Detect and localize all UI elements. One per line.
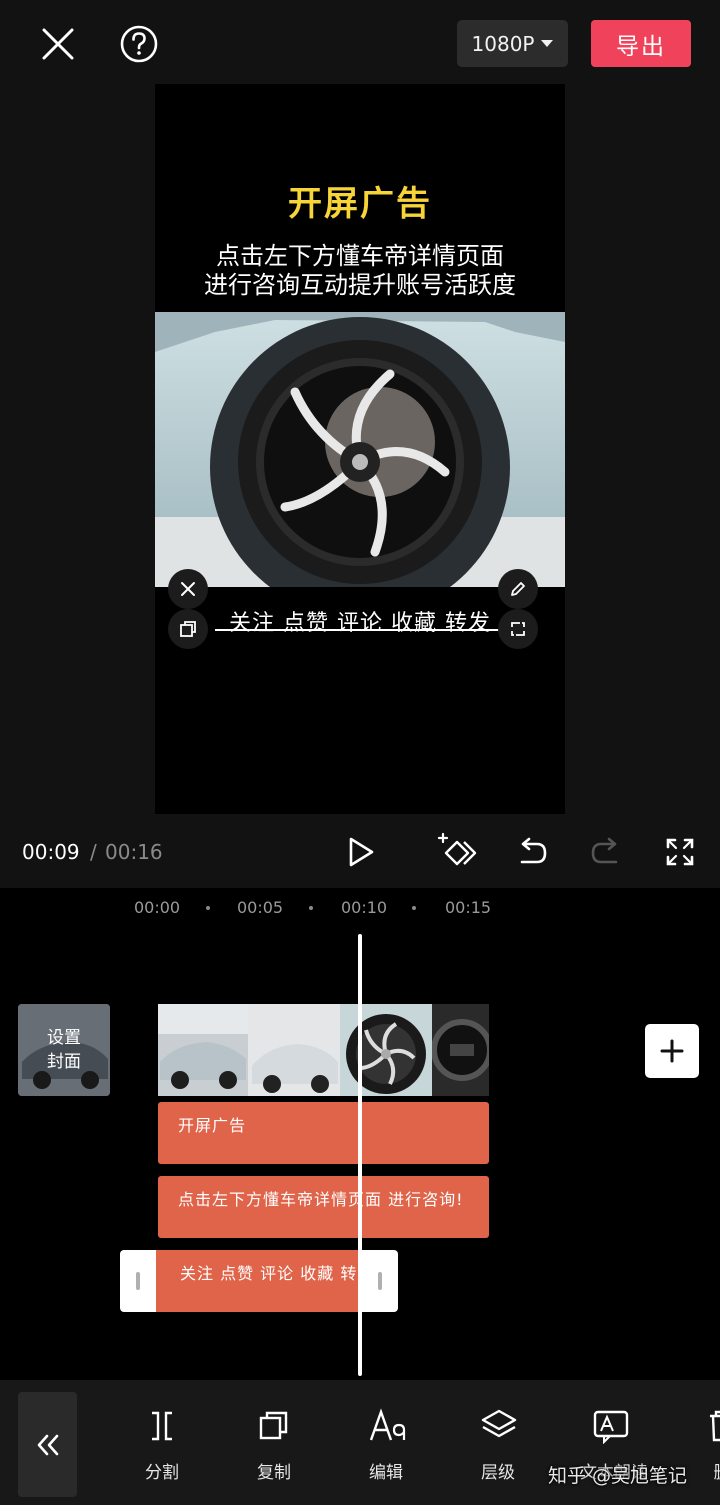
split-tool[interactable]: 分割 — [132, 1408, 192, 1488]
undo-icon[interactable] — [512, 832, 552, 872]
set-cover-button[interactable]: 设置 封面 — [18, 1004, 110, 1096]
caret-down-icon — [541, 40, 554, 47]
help-icon[interactable] — [117, 22, 161, 66]
text-track-label: 开屏广告 — [178, 1116, 247, 1135]
delete-caption-icon[interactable] — [168, 569, 208, 609]
set-cover-label: 设置 封面 — [18, 1026, 110, 1074]
edit-text-tool[interactable]: 编辑 — [356, 1408, 416, 1488]
video-thumbnail — [248, 1004, 340, 1096]
export-button[interactable]: 导出 — [591, 20, 691, 67]
keyframe-add-icon[interactable] — [437, 832, 477, 872]
cover-label-line: 设置 — [47, 1028, 81, 1048]
text-track-label: 关注 点赞 评论 收藏 转 — [180, 1264, 358, 1283]
split-icon — [152, 1411, 172, 1441]
playhead[interactable] — [358, 934, 362, 1376]
text-style-icon — [369, 1408, 406, 1441]
cover-label-line: 封面 — [47, 1052, 81, 1072]
tool-label: 分割 — [145, 1463, 179, 1483]
ruler-dot — [206, 906, 210, 910]
time-separator: / — [90, 840, 97, 864]
tool-label: 复制 — [257, 1463, 291, 1483]
delete-tool[interactable]: 删 — [692, 1408, 720, 1488]
double-chevron-left-icon — [37, 1434, 58, 1455]
copy-icon — [259, 1411, 288, 1440]
trim-handle-left[interactable] — [136, 1272, 140, 1290]
plus-icon — [660, 1039, 684, 1063]
layers-tool[interactable]: 层级 — [468, 1408, 528, 1488]
ruler-time-label: 00:00 — [134, 898, 181, 917]
ad-title-text: 开屏广告 — [288, 184, 432, 224]
play-icon[interactable] — [341, 832, 381, 872]
text-track-label: 点击左下方懂车帝详情页面 进行咨询! — [178, 1190, 464, 1209]
resolution-dropdown[interactable]: 1080P — [457, 20, 568, 67]
text-track-clip[interactable]: 点击左下方懂车帝详情页面 进行咨询! — [158, 1176, 489, 1238]
layers-icon — [481, 1409, 517, 1438]
text-to-speech-icon — [593, 1410, 629, 1444]
rotate-scale-caption-icon[interactable] — [498, 609, 538, 649]
close-icon[interactable] — [36, 22, 80, 66]
video-track[interactable] — [158, 1004, 489, 1096]
top-bar: 1080P 导出 — [0, 0, 720, 84]
fullscreen-icon[interactable] — [660, 832, 700, 872]
video-thumbnail — [340, 1004, 432, 1096]
ruler-dot — [412, 906, 416, 910]
watermark: 知乎 @吴旭笔记 — [548, 1465, 688, 1487]
timeline[interactable]: 00:00 00:05 00:10 00:15 设置 封面 开屏广告 点击左下方… — [0, 888, 720, 1380]
add-clip-button[interactable] — [645, 1024, 699, 1078]
delete-icon — [710, 1410, 720, 1442]
trim-handle-right[interactable] — [378, 1272, 382, 1290]
edit-caption-icon[interactable] — [498, 569, 538, 609]
ad-description-line: 点击左下方懂车帝详情页面 — [216, 242, 504, 270]
video-preview[interactable]: 开屏广告 点击左下方懂车帝详情页面 进行咨询互动提升账号活跃度 关注 点赞 评论… — [155, 84, 565, 814]
playback-bar: 00:09 / 00:16 — [0, 820, 720, 884]
ad-description-line: 进行咨询互动提升账号活跃度 — [204, 271, 516, 299]
redo-icon[interactable] — [586, 832, 626, 872]
car-wheel-photo — [155, 312, 565, 587]
text-track-clip[interactable]: 开屏广告 — [158, 1102, 489, 1164]
tool-label: 删 — [692, 1458, 720, 1483]
ruler-dot — [309, 906, 313, 910]
selected-text-clip[interactable]: 关注 点赞 评论 收藏 转 — [120, 1250, 398, 1312]
tool-label: 编辑 — [369, 1463, 403, 1483]
ruler-time-label: 00:10 — [341, 898, 388, 917]
video-thumbnail — [158, 1004, 248, 1096]
video-thumbnail — [432, 1004, 489, 1096]
tool-label: 层级 — [481, 1463, 515, 1483]
current-time: 00:09 — [22, 840, 80, 864]
collapse-toolbar-button[interactable] — [18, 1392, 77, 1497]
total-time: 00:16 — [105, 840, 163, 864]
selected-clip-body: 关注 点赞 评论 收藏 转 — [156, 1250, 362, 1312]
duplicate-caption-icon[interactable] — [168, 609, 208, 649]
ad-description-text: 点击左下方懂车帝详情页面 进行咨询互动提升账号活跃度 — [155, 242, 565, 300]
resolution-value: 1080P — [471, 31, 535, 56]
caption-underline — [215, 629, 505, 631]
ruler-time-label: 00:15 — [445, 898, 492, 917]
copy-tool[interactable]: 复制 — [244, 1408, 304, 1488]
ruler-time-label: 00:05 — [237, 898, 284, 917]
